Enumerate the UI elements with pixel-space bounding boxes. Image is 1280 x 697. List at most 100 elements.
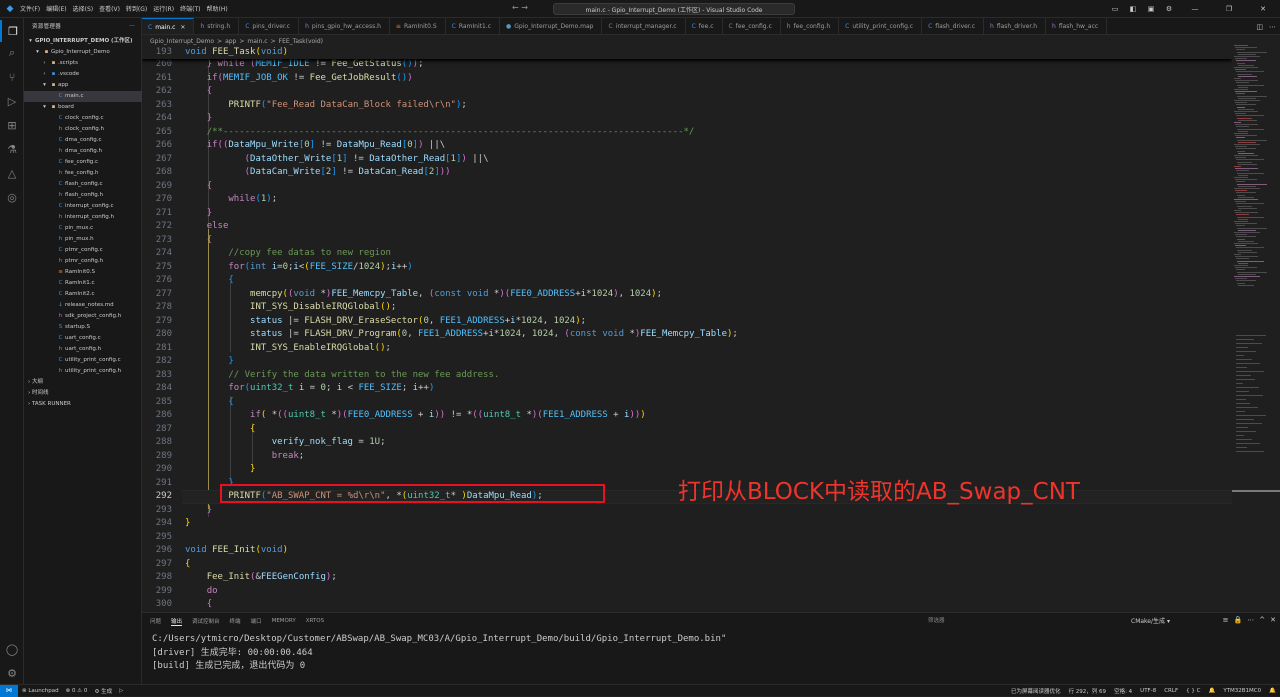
tree-item[interactable]: Cutility_print_config.c xyxy=(24,355,142,366)
tree-item[interactable]: h dma_config.h xyxy=(24,146,142,157)
menu-item[interactable]: 终端(T) xyxy=(180,6,200,13)
status-item[interactable]: ⊗ 0 ⚠ 0 xyxy=(66,688,88,694)
panel-tab[interactable]: 输出 xyxy=(171,617,183,626)
settings-icon[interactable]: ⚙ xyxy=(1160,5,1178,13)
extensions-icon[interactable]: ⊞ xyxy=(0,114,24,136)
tab-raminit0-s[interactable]: ≡ RamInit0.S xyxy=(390,18,446,34)
more-actions-icon[interactable]: ⋯ xyxy=(129,23,135,29)
tree-item[interactable]: C RamInit1.c xyxy=(24,278,142,289)
tree-item[interactable]: h flash_config.h xyxy=(24,190,142,201)
breadcrumb-item[interactable]: main.c xyxy=(247,38,267,45)
tree-item[interactable]: ↓ release_notes.md xyxy=(24,300,142,311)
minimize-icon[interactable]: — xyxy=(1178,5,1212,13)
tree-item[interactable]: h interrupt_config.h xyxy=(24,212,142,223)
output-filter-input[interactable]: 筛选器 xyxy=(924,616,1104,627)
panel-tab[interactable]: 调试控制台 xyxy=(192,617,220,625)
nav-arrows[interactable]: ← → xyxy=(512,3,528,12)
tab-flash-driver-h[interactable]: h flash_driver.h xyxy=(984,18,1047,34)
panel-tab[interactable]: 问题 xyxy=(150,617,161,625)
command-center[interactable]: main.c - Gpio_Interrupt_Demo (工作区) - Vis… xyxy=(553,3,795,15)
run-debug-icon[interactable]: ▷ xyxy=(0,90,24,112)
tree-item[interactable]: Cfee_config.c xyxy=(24,157,142,168)
tree-item[interactable]: Cptmr_config.c xyxy=(24,245,142,256)
tree-item[interactable]: h pin_mux.h xyxy=(24,234,142,245)
panel-tab[interactable]: 终端 xyxy=(230,617,241,625)
tab-pins-driver-c[interactable]: Cpins_driver.c xyxy=(239,18,300,34)
lock-icon[interactable]: 🔒 xyxy=(1234,616,1243,624)
tree-item[interactable]: Cmain.c xyxy=(24,91,142,102)
tree-item[interactable]: › ▪ .vscode xyxy=(24,69,142,80)
search-icon[interactable]: ⌕ xyxy=(0,42,24,64)
tab-flash-driver-c[interactable]: Cflash_driver.c xyxy=(922,18,984,34)
tree-item[interactable]: Cinterrupt_config.c xyxy=(24,201,142,212)
tab-fee-c[interactable]: Cfee.c xyxy=(686,18,723,34)
status-item[interactable]: UTF-8 xyxy=(1140,688,1156,694)
menu-item[interactable]: 编辑(E) xyxy=(46,6,66,13)
tree-item[interactable]: ≡ RamInit0.S xyxy=(24,267,142,278)
more-actions-icon[interactable]: ⋯ xyxy=(1247,616,1254,624)
breadcrumb-item[interactable]: app xyxy=(225,38,236,45)
tab-string-h[interactable]: h string.h xyxy=(194,18,240,34)
account-icon[interactable]: ◯ xyxy=(0,638,24,660)
tab-utility-print-config-c[interactable]: Cutility_print_config.c xyxy=(839,18,923,34)
tree-item[interactable]: h fee_config.h xyxy=(24,168,142,179)
sidebar-section[interactable]: › TASK RUNNER xyxy=(24,399,142,410)
tree-item[interactable]: Sstartup.S xyxy=(24,322,142,333)
sidebar-section[interactable]: › 时间线 xyxy=(24,388,142,399)
status-item[interactable]: ⊗ Launchpad xyxy=(22,688,59,694)
tree-item[interactable]: ▾ ▪ Gpio_Interrupt_Demo xyxy=(24,47,142,58)
status-item[interactable]: YTM32B1MC0 xyxy=(1223,688,1261,694)
status-item[interactable]: 已为屏幕阅读器优化 xyxy=(1011,687,1061,695)
breadcrumb-item[interactable]: FEE_Task(void) xyxy=(279,38,323,45)
cmake-icon[interactable]: △ xyxy=(0,162,24,184)
tree-item[interactable]: C RamInit2.c xyxy=(24,289,142,300)
status-item[interactable]: 空格: 4 xyxy=(1114,687,1132,695)
tree-item[interactable]: h ptmr_config.h xyxy=(24,256,142,267)
tree-item[interactable]: ▾ ▪ board xyxy=(24,102,142,113)
tree-item[interactable]: h uart_config.h xyxy=(24,344,142,355)
tab-raminit1-c[interactable]: C RamInit1.c xyxy=(446,18,501,34)
restore-icon[interactable]: ❐ xyxy=(1212,5,1246,13)
tree-item[interactable]: Cflash_config.c xyxy=(24,179,142,190)
tab-gpio-interrupt-demo-map[interactable]: ● Gpio_Interrupt_Demo.map xyxy=(500,18,603,34)
panel-tab[interactable]: XRTOS xyxy=(306,618,324,624)
tree-item[interactable]: ▾ ▪ app xyxy=(24,80,142,91)
code-editor[interactable]: 193 void FEE_Task(void) 260 } while (MEMIF… xyxy=(142,47,1232,612)
tree-item[interactable]: Cuart_config.c xyxy=(24,333,142,344)
explorer-icon[interactable]: ❐ xyxy=(0,20,24,42)
layout-icon[interactable]: ▣ xyxy=(1142,5,1160,13)
tree-item[interactable]: h sdk_project_config.h xyxy=(24,311,142,322)
tab-main-c[interactable]: Cmain.c ✕ xyxy=(142,18,195,34)
settings-gear-icon[interactable]: ⚙ xyxy=(0,662,24,684)
menu-item[interactable]: 选择(S) xyxy=(73,6,94,13)
panel-tab[interactable]: MEMORY xyxy=(272,618,296,624)
status-item[interactable]: 行 292，列 69 xyxy=(1069,687,1107,695)
tree-item[interactable]: h clock_config.h xyxy=(24,124,142,135)
status-item[interactable]: { } C xyxy=(1186,688,1200,694)
status-item[interactable]: CRLF xyxy=(1164,688,1178,694)
status-item[interactable]: 🔔 xyxy=(1208,688,1215,694)
tree-item[interactable]: Cdma_config.c xyxy=(24,135,142,146)
remote-indicator-icon[interactable]: ⋈ xyxy=(0,685,18,697)
split-editor-icon[interactable]: ◫ xyxy=(1256,23,1263,31)
tab-pins-gpio-hw-access-h[interactable]: h pins_gpio_hw_access.h xyxy=(299,18,390,34)
toggle-panel-icon[interactable]: ◧ xyxy=(1124,5,1142,13)
tab-flash-hw-acc[interactable]: h flash_hw_acc xyxy=(1046,18,1108,34)
remote-explorer-icon[interactable]: ◎ xyxy=(0,186,24,208)
minimap[interactable] xyxy=(1232,35,1280,612)
tree-item[interactable]: Cpin_mux.c xyxy=(24,223,142,234)
tree-item[interactable]: › ▪ .scripts xyxy=(24,58,142,69)
panel-tab[interactable]: 端口 xyxy=(251,617,262,625)
sidebar-section[interactable]: › 大纲 xyxy=(24,377,142,388)
menu-item[interactable]: 转到(G) xyxy=(126,6,147,13)
close-panel-icon[interactable]: ✕ xyxy=(1270,616,1276,624)
menu-item[interactable]: 运行(R) xyxy=(153,6,174,13)
testing-icon[interactable]: ⚗ xyxy=(0,138,24,160)
status-item[interactable]: ▷ xyxy=(119,688,123,694)
workspace-root[interactable]: ▾ GPIO_INTERRUPT_DEMO (工作区) xyxy=(24,36,142,47)
close-icon[interactable]: ✕ xyxy=(180,24,185,31)
source-control-icon[interactable]: ⑂ xyxy=(0,66,24,88)
tab-fee-config-h[interactable]: h fee_config.h xyxy=(781,18,840,34)
list-icon[interactable]: ≡ xyxy=(1223,616,1229,624)
close-icon[interactable]: ✕ xyxy=(1246,5,1280,13)
